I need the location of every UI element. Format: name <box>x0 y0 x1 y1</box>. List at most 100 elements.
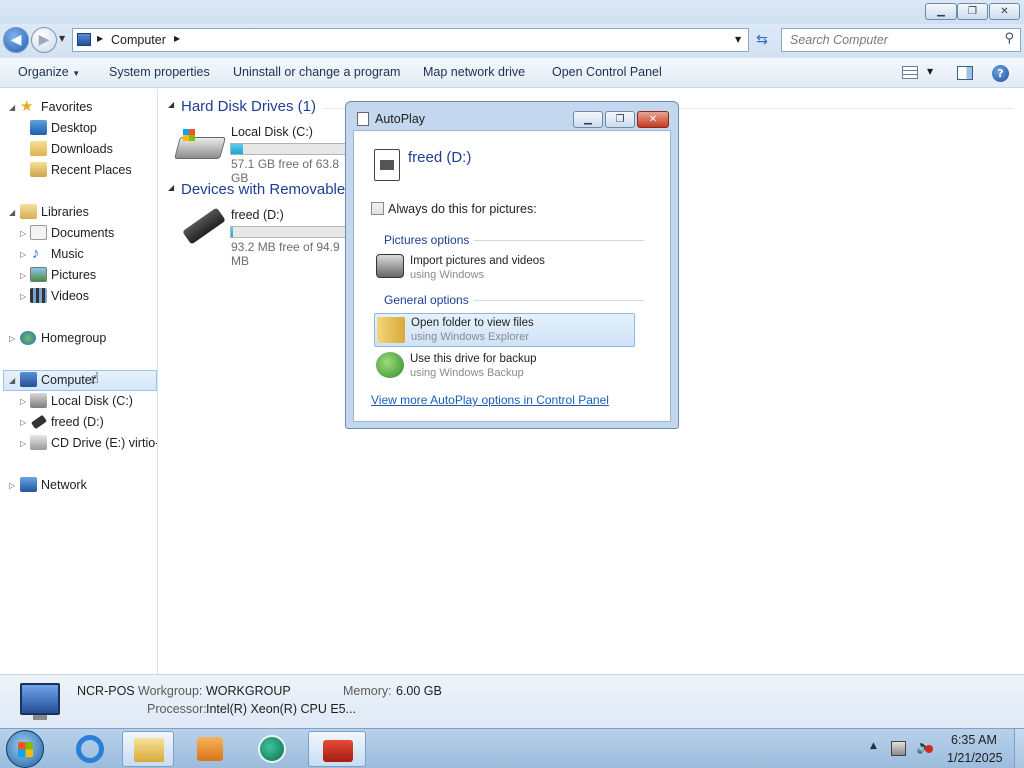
close-button[interactable]: ✕ <box>989 3 1020 20</box>
autoplay-body: freed (D:) Always do this for pictures: … <box>353 130 671 422</box>
import-pictures-option[interactable]: Import pictures and videos using Windows <box>374 251 636 285</box>
expand-arrow-icon[interactable]: ▷ <box>20 271 30 280</box>
nav-network[interactable]: Network <box>20 475 150 495</box>
nav-music[interactable]: ♪ Music <box>30 244 150 264</box>
network-tray-icon[interactable] <box>891 741 906 756</box>
nav-local-disk-c[interactable]: Local Disk (C:) <box>30 391 156 411</box>
maximize-button[interactable]: ❐ <box>957 3 988 20</box>
backup-option-title: Use this drive for backup <box>410 353 537 365</box>
clock-date[interactable]: 1/21/2025 <box>947 751 1003 765</box>
open-folder-option[interactable]: Open folder to view files using Windows … <box>374 313 635 347</box>
computer-icon <box>77 33 91 46</box>
expand-arrow-icon[interactable]: ▷ <box>20 397 30 406</box>
nav-freed-d[interactable]: freed (D:) <box>30 412 156 432</box>
cd-drive-icon <box>30 435 47 450</box>
videos-icon <box>30 288 47 303</box>
refresh-icon[interactable]: ⇆ <box>753 31 771 49</box>
collapse-arrow-icon[interactable]: ◢ <box>9 103 19 112</box>
more-autoplay-options-link[interactable]: View more AutoPlay options in Control Pa… <box>371 393 609 407</box>
always-do-this-checkbox[interactable] <box>371 202 384 215</box>
map-network-drive-button[interactable]: Map network drive <box>423 65 525 79</box>
nav-libraries[interactable]: Libraries <box>20 202 150 222</box>
organize-menu[interactable]: Organize ▼ <box>18 65 80 79</box>
nav-downloads[interactable]: Downloads <box>30 139 150 159</box>
minimize-button[interactable]: ▁ <box>925 3 957 20</box>
desktop-icon <box>30 120 47 135</box>
breadcrumb-computer[interactable]: Computer <box>111 33 166 47</box>
nav-computer[interactable]: Computer <box>20 370 150 390</box>
address-field[interactable]: ▶ Computer ▶ ▼ <box>72 28 749 52</box>
volume-muted-icon[interactable]: 🔈 <box>916 740 933 757</box>
autoplay-maximize-button[interactable]: ❐ <box>605 111 635 128</box>
expand-arrow-icon[interactable]: ▷ <box>20 418 30 427</box>
show-desktop-button[interactable] <box>1014 729 1024 768</box>
green-app-icon <box>258 735 286 763</box>
general-options-heading: General options <box>384 293 469 307</box>
pictures-icon <box>30 267 47 282</box>
taskbar-media-player[interactable] <box>184 731 236 767</box>
address-dropdown-icon[interactable]: ▼ <box>735 35 741 44</box>
forward-button[interactable]: ▶ <box>31 27 57 53</box>
nav-videos[interactable]: Videos <box>30 286 150 306</box>
drive-tile-c[interactable]: Local Disk (C:) 57.1 GB free of 63.8 GB <box>174 123 347 185</box>
nav-recent-places[interactable]: Recent Places <box>30 160 150 180</box>
folder-icon <box>377 317 405 343</box>
nav-cd-drive-e[interactable]: CD Drive (E:) virtio-v <box>30 433 157 453</box>
back-button[interactable]: ◀ <box>3 27 29 53</box>
usb-drive-icon <box>182 207 226 245</box>
nav-documents[interactable]: Documents <box>30 223 150 243</box>
autoplay-minimize-button[interactable]: ▁ <box>573 111 603 128</box>
view-dropdown-icon[interactable]: ▼ <box>927 67 933 76</box>
clock-time[interactable]: 6:35 AM <box>951 733 997 747</box>
hard-drive-icon <box>30 393 47 408</box>
address-bar-area: ◀ ▶ ▼ ▶ Computer ▶ ▼ ⇆ Search Computer ⚲ <box>0 24 1024 58</box>
search-field[interactable]: Search Computer ⚲ <box>781 28 1021 52</box>
nav-favorites[interactable]: ★ Favorites <box>20 97 150 117</box>
processor-value: Intel(R) Xeon(R) CPU E5... <box>206 702 357 716</box>
group-chevron-icon[interactable]: ◢ <box>168 183 174 192</box>
start-button[interactable] <box>6 730 44 768</box>
taskbar-app-green[interactable] <box>246 731 298 767</box>
open-control-panel-button[interactable]: Open Control Panel <box>552 65 662 79</box>
music-icon: ♪ <box>32 245 40 262</box>
taskbar-internet-explorer[interactable] <box>64 731 116 767</box>
toolbox-icon <box>323 740 353 762</box>
taskbar-toolbox-app[interactable] <box>308 731 366 767</box>
backup-icon <box>376 352 404 378</box>
expand-arrow-icon[interactable]: ▷ <box>20 229 30 238</box>
breadcrumb-chevron-icon[interactable]: ▶ <box>174 34 180 43</box>
expand-arrow-icon[interactable]: ▷ <box>9 481 19 490</box>
change-view-icon[interactable] <box>902 66 918 79</box>
system-properties-button[interactable]: System properties <box>109 65 210 79</box>
expand-arrow-icon[interactable]: ▷ <box>20 292 30 301</box>
recent-places-icon <box>30 162 47 177</box>
breadcrumb-separator-icon[interactable]: ▶ <box>97 34 103 43</box>
taskbar-windows-explorer[interactable] <box>122 731 174 767</box>
expand-arrow-icon[interactable]: ▷ <box>9 334 19 343</box>
help-icon[interactable]: ? <box>992 65 1009 82</box>
search-placeholder: Search Computer <box>790 33 888 47</box>
title-bar: ▁ ❐ ✕ <box>0 0 1024 24</box>
nav-homegroup[interactable]: Homegroup <box>20 328 150 348</box>
group-chevron-icon[interactable]: ◢ <box>168 100 174 109</box>
collapse-arrow-icon[interactable]: ◢ <box>9 208 19 217</box>
nav-pictures[interactable]: Pictures <box>30 265 150 285</box>
show-hidden-icons-icon[interactable]: ▲ <box>870 741 877 751</box>
usb-drive-icon <box>30 414 48 430</box>
drive-tile-d[interactable]: freed (D:) 93.2 MB free of 94.9 MB <box>177 206 347 268</box>
search-icon[interactable]: ⚲ <box>1004 31 1014 46</box>
autoplay-dialog[interactable]: AutoPlay ▁ ❐ ✕ freed (D:) Always do this… <box>345 101 679 429</box>
collapse-arrow-icon[interactable]: ◢ <box>9 376 19 385</box>
section-divider <box>474 240 644 241</box>
recent-pages-dropdown[interactable]: ▼ <box>59 34 65 43</box>
hard-disk-drives-header[interactable]: Hard Disk Drives (1) <box>181 98 316 115</box>
expand-arrow-icon[interactable]: ▷ <box>20 439 30 448</box>
computer-large-icon <box>20 683 60 715</box>
expand-arrow-icon[interactable]: ▷ <box>20 250 30 259</box>
always-do-this-label[interactable]: Always do this for pictures: <box>388 202 537 216</box>
preview-pane-icon[interactable] <box>957 66 973 80</box>
autoplay-close-button[interactable]: ✕ <box>637 111 669 128</box>
nav-desktop[interactable]: Desktop <box>30 118 150 138</box>
backup-option[interactable]: Use this drive for backup using Windows … <box>374 349 636 383</box>
uninstall-program-button[interactable]: Uninstall or change a program <box>233 65 400 79</box>
